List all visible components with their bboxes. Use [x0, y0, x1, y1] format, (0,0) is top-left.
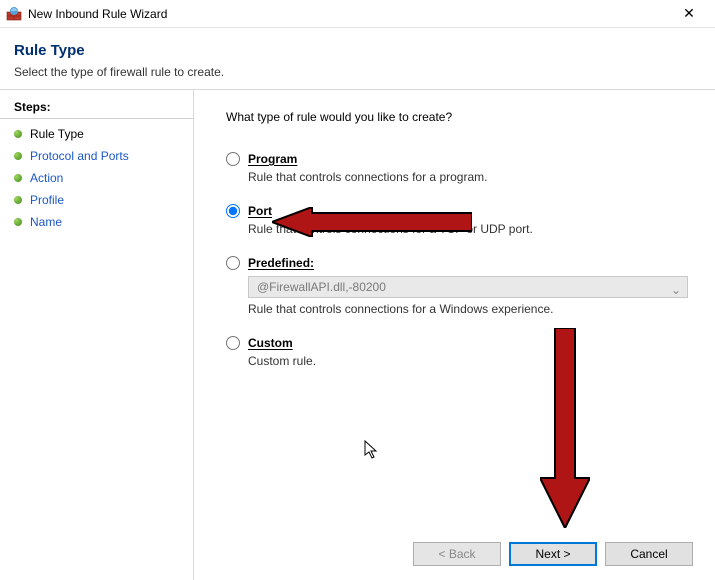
step-label: Protocol and Ports: [30, 149, 129, 163]
wizard-body: Steps: Rule Type Protocol and Ports Acti…: [0, 90, 715, 580]
bullet-icon: [14, 196, 22, 204]
step-action[interactable]: Action: [0, 167, 193, 189]
option-predefined-label: Predefined:: [248, 256, 314, 270]
step-protocol-ports[interactable]: Protocol and Ports: [0, 145, 193, 167]
option-port-row[interactable]: Port: [226, 204, 693, 218]
close-icon: ✕: [683, 5, 695, 22]
step-label: Rule Type: [30, 127, 84, 141]
step-label: Name: [30, 215, 62, 229]
cursor-icon: [364, 440, 380, 460]
option-program: Program Rule that controls connections f…: [226, 152, 693, 184]
bullet-icon: [14, 218, 22, 226]
option-program-row[interactable]: Program: [226, 152, 693, 166]
close-button[interactable]: ✕: [669, 0, 709, 28]
titlebar: New Inbound Rule Wizard ✕: [0, 0, 715, 28]
steps-sidebar: Steps: Rule Type Protocol and Ports Acti…: [0, 90, 194, 580]
option-program-desc: Rule that controls connections for a pro…: [248, 170, 693, 184]
bullet-icon: [14, 130, 22, 138]
step-profile[interactable]: Profile: [0, 189, 193, 211]
back-button: < Back: [413, 542, 501, 566]
option-predefined: Predefined: @FirewallAPI.dll,-80200 ⌄ Ru…: [226, 256, 693, 316]
page-title: Rule Type: [14, 42, 701, 59]
predefined-value: @FirewallAPI.dll,-80200: [257, 280, 386, 294]
option-program-label: Program: [248, 152, 297, 166]
wizard-header: Rule Type Select the type of firewall ru…: [0, 28, 715, 90]
step-label: Profile: [30, 193, 64, 207]
bullet-icon: [14, 174, 22, 182]
option-custom-desc: Custom rule.: [248, 354, 693, 368]
wizard-content: What type of rule would you like to crea…: [194, 90, 715, 580]
predefined-select: @FirewallAPI.dll,-80200 ⌄: [248, 276, 688, 298]
radio-program[interactable]: [226, 152, 240, 166]
option-predefined-desc: Rule that controls connections for a Win…: [248, 302, 693, 316]
firewall-icon: [6, 6, 22, 22]
option-custom-row[interactable]: Custom: [226, 336, 693, 350]
next-button[interactable]: Next >: [509, 542, 597, 566]
page-subtitle: Select the type of firewall rule to crea…: [14, 65, 701, 79]
option-port-desc: Rule that controls connections for a TCP…: [248, 222, 693, 236]
option-port: Port Rule that controls connections for …: [226, 204, 693, 236]
radio-predefined[interactable]: [226, 256, 240, 270]
option-custom-label: Custom: [248, 336, 293, 350]
content-prompt: What type of rule would you like to crea…: [226, 110, 693, 124]
option-port-label: Port: [248, 204, 272, 218]
steps-header: Steps:: [0, 98, 193, 119]
wizard-footer: < Back Next > Cancel: [413, 542, 693, 566]
step-rule-type[interactable]: Rule Type: [0, 123, 193, 145]
cancel-button[interactable]: Cancel: [605, 542, 693, 566]
window-title: New Inbound Rule Wizard: [28, 7, 669, 21]
step-name[interactable]: Name: [0, 211, 193, 233]
radio-port[interactable]: [226, 204, 240, 218]
option-predefined-row[interactable]: Predefined:: [226, 256, 693, 270]
chevron-down-icon: ⌄: [671, 283, 681, 297]
option-custom: Custom Custom rule.: [226, 336, 693, 368]
bullet-icon: [14, 152, 22, 160]
step-label: Action: [30, 171, 63, 185]
radio-custom[interactable]: [226, 336, 240, 350]
